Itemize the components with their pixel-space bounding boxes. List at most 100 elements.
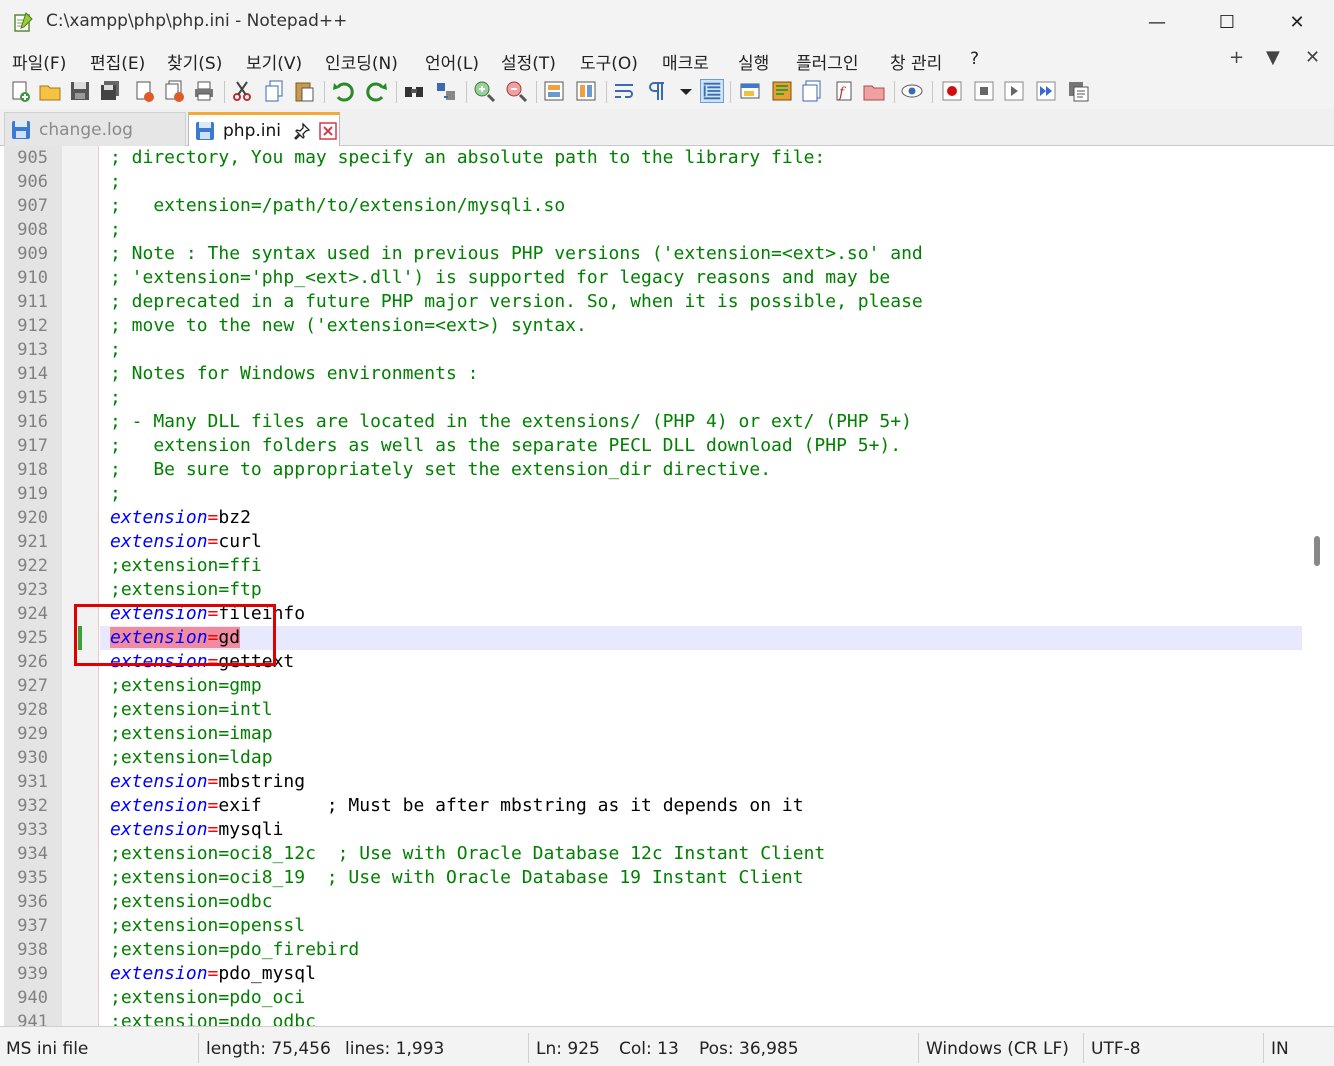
new-file-icon[interactable] (8, 79, 32, 103)
menu-run[interactable]: 실행 (738, 49, 769, 74)
menu-macro[interactable]: 매크로 (662, 49, 709, 74)
code-line[interactable]: extension=pdo_mysql (100, 962, 1302, 986)
menu-edit[interactable]: 편집(E) (90, 49, 145, 74)
code-line[interactable]: ; (100, 482, 1302, 506)
document-map-icon[interactable] (770, 79, 794, 103)
code-line[interactable]: ; (100, 386, 1302, 410)
pin-icon[interactable] (293, 122, 311, 140)
function-list-icon[interactable]: f (832, 79, 856, 103)
code-line[interactable]: extension=bz2 (100, 506, 1302, 530)
code-line[interactable]: extension=exif ; Must be after mbstring … (100, 794, 1302, 818)
play-macro-icon[interactable] (1002, 79, 1026, 103)
code-line[interactable]: ; 'extension='php_<ext>.dll') is support… (100, 266, 1302, 290)
close-all-icon[interactable] (162, 79, 186, 103)
zoom-in-icon[interactable] (472, 79, 496, 103)
menu-search[interactable]: 찾기(S) (167, 49, 222, 74)
status-encoding[interactable]: UTF-8 (1091, 1039, 1141, 1059)
code-line[interactable]: ;extension=pdo_oci (100, 986, 1302, 1010)
code-line[interactable]: extension=gettext (100, 650, 1302, 674)
code-line[interactable]: ;extension=ftp (100, 578, 1302, 602)
tab-list-dropdown[interactable]: ▼ (1266, 47, 1280, 68)
code-line[interactable]: ; Notes for Windows environments : (100, 362, 1302, 386)
minimize-button[interactable]: — (1122, 0, 1192, 45)
tab-php-ini[interactable]: php.ini (188, 112, 340, 147)
scrollbar-thumb[interactable] (1314, 536, 1320, 566)
code-line[interactable]: ; directory, You may specify an absolute… (100, 146, 1302, 170)
code-line[interactable]: extension=mysqli (100, 818, 1302, 842)
code-line[interactable]: ; (100, 170, 1302, 194)
document-list-icon[interactable] (800, 79, 824, 103)
code-line[interactable]: extension=curl (100, 530, 1302, 554)
menu-settings[interactable]: 설정(T) (501, 49, 556, 74)
status-insert-mode[interactable]: IN (1271, 1039, 1289, 1059)
code-line[interactable]: ; move to the new ('extension=<ext>) syn… (100, 314, 1302, 338)
tab-change-log[interactable]: change.log (4, 112, 186, 146)
code-line[interactable]: ;extension=odbc (100, 890, 1302, 914)
menu-help[interactable]: ? (970, 49, 979, 69)
code-line[interactable]: ;extension=intl (100, 698, 1302, 722)
paste-icon[interactable] (292, 79, 316, 103)
fold-margin[interactable] (62, 146, 98, 1026)
code-line[interactable]: ; extension=/path/to/extension/mysqli.so (100, 194, 1302, 218)
indent-guide-icon[interactable] (700, 79, 724, 103)
user-defined-language-icon[interactable] (738, 79, 762, 103)
code-line[interactable]: ;extension=imap (100, 722, 1302, 746)
save-all-icon[interactable] (98, 79, 122, 103)
folder-workspace-icon[interactable] (862, 79, 886, 103)
code-line[interactable]: ;extension=oci8_19 ; Use with Oracle Dat… (100, 866, 1302, 890)
code-line[interactable]: ;extension=pdo_odbc (100, 1010, 1302, 1026)
close-tab-icon[interactable] (319, 122, 337, 140)
stop-macro-icon[interactable] (972, 79, 996, 103)
maximize-button[interactable]: ☐ (1192, 0, 1262, 45)
copy-icon[interactable] (262, 79, 286, 103)
new-tab-button[interactable]: + (1229, 47, 1244, 68)
close-window-button[interactable]: ✕ (1262, 0, 1332, 45)
menu-tools[interactable]: 도구(O) (580, 49, 638, 74)
code-line[interactable]: ;extension=ffi (100, 554, 1302, 578)
code-line[interactable]: ; extension folders as well as the separ… (100, 434, 1302, 458)
menu-window[interactable]: 창 관리 (890, 49, 942, 74)
code-line[interactable]: extension=mbstring (100, 770, 1302, 794)
code-line[interactable]: ; (100, 338, 1302, 362)
code-line[interactable]: ; Note : The syntax used in previous PHP… (100, 242, 1302, 266)
code-line[interactable]: ;extension=oci8_12c ; Use with Oracle Da… (100, 842, 1302, 866)
record-macro-icon[interactable] (940, 79, 964, 103)
code-line[interactable]: extension=fileinfo (100, 602, 1302, 626)
code-line[interactable]: ; Be sure to appropriately set the exten… (100, 458, 1302, 482)
code-line[interactable]: extension=gd (100, 626, 1302, 650)
open-file-icon[interactable] (38, 79, 62, 103)
find-icon[interactable] (402, 79, 426, 103)
code-line[interactable]: ;extension=gmp (100, 674, 1302, 698)
redo-icon[interactable] (364, 79, 388, 103)
code-area[interactable]: ; directory, You may specify an absolute… (100, 146, 1302, 1026)
vertical-scrollbar[interactable] (1302, 146, 1334, 1026)
code-line[interactable]: ;extension=openssl (100, 914, 1302, 938)
sync-vertical-icon[interactable] (542, 79, 566, 103)
word-wrap-icon[interactable] (612, 79, 636, 103)
undo-icon[interactable] (332, 79, 356, 103)
code-line[interactable]: ;extension=ldap (100, 746, 1302, 770)
close-document-button[interactable]: ✕ (1305, 47, 1320, 68)
menu-plugins[interactable]: 플러그인 (796, 49, 859, 74)
code-line[interactable]: ; (100, 218, 1302, 242)
menu-view[interactable]: 보기(V) (246, 49, 302, 74)
run-macro-multiple-icon[interactable] (1034, 79, 1058, 103)
editor[interactable]: 905 906 907 908 909 910 911 912 913 914 915 916 917 9… (0, 146, 1334, 1026)
show-all-chars-icon[interactable] (644, 79, 668, 103)
code-line[interactable]: ;extension=pdo_firebird (100, 938, 1302, 962)
menu-language[interactable]: 언어(L) (425, 49, 479, 74)
cut-icon[interactable] (230, 79, 254, 103)
print-icon[interactable] (192, 79, 216, 103)
menu-encoding[interactable]: 인코딩(N) (325, 49, 398, 74)
menu-file[interactable]: 파일(F) (12, 49, 66, 74)
save-macro-icon[interactable] (1066, 79, 1090, 103)
replace-icon[interactable] (434, 79, 458, 103)
close-file-icon[interactable] (132, 79, 156, 103)
chevron-down-icon[interactable] (674, 79, 698, 103)
sync-horizontal-icon[interactable] (574, 79, 598, 103)
zoom-out-icon[interactable] (504, 79, 528, 103)
code-line[interactable]: ; deprecated in a future PHP major versi… (100, 290, 1302, 314)
monitoring-eye-icon[interactable] (900, 79, 924, 103)
save-icon[interactable] (68, 79, 92, 103)
status-eol[interactable]: Windows (CR LF) (926, 1039, 1069, 1059)
